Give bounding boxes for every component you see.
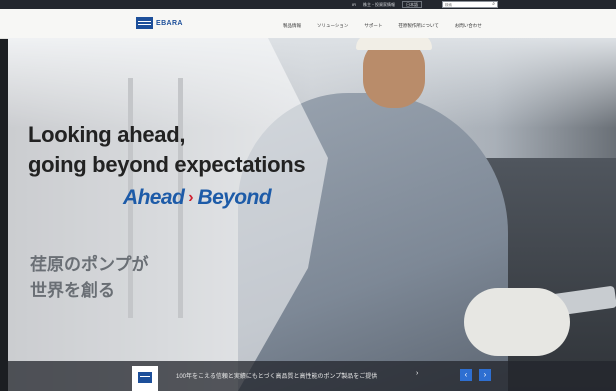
brand-word-ahead: Ahead bbox=[123, 186, 185, 209]
headline-line-1: Looking ahead, bbox=[28, 122, 186, 147]
nav-item-solutions[interactable]: ソリューション bbox=[317, 23, 348, 29]
jp-tagline-line-2: 世界を創る bbox=[30, 281, 115, 300]
work-glove bbox=[464, 288, 570, 356]
ticker-thumbnail[interactable] bbox=[132, 366, 158, 391]
brand-word-beyond: Beyond bbox=[197, 186, 272, 209]
search-box[interactable]: ⌕ bbox=[442, 1, 498, 8]
chevron-right-icon: › bbox=[188, 189, 194, 206]
utility-link-ir[interactable]: IR bbox=[352, 1, 356, 8]
main-nav: 製品情報 ソリューション サポート 荏原製作所について お問い合わせ bbox=[283, 23, 482, 29]
logo[interactable]: EBARA bbox=[136, 17, 183, 29]
brand-slogan: Ahead › Beyond bbox=[123, 186, 272, 210]
utility-bar: IR 株主・投資家情報 日本語 ⌕ bbox=[0, 0, 616, 9]
jp-tagline-line-1: 荏原のポンプが bbox=[30, 255, 149, 274]
nav-item-support[interactable]: サポート bbox=[364, 23, 382, 29]
hero-japanese-tagline: 荏原のポンプが 世界を創る bbox=[30, 252, 149, 304]
ticker-message[interactable]: 100年をこえる信頼と実績にもとづく高品質と高性能のポンプ製品をご提供 bbox=[176, 371, 377, 380]
logo-mark-icon bbox=[136, 17, 153, 29]
utility-links: IR 株主・投資家情報 日本語 bbox=[352, 1, 422, 8]
logo-mark-icon bbox=[138, 372, 152, 383]
logo-text: EBARA bbox=[156, 19, 183, 27]
next-slide-button[interactable]: › bbox=[479, 369, 491, 381]
language-select[interactable]: 日本語 bbox=[402, 1, 422, 8]
nav-item-products[interactable]: 製品情報 bbox=[283, 23, 301, 29]
site-header: EBARA 製品情報 ソリューション サポート 荏原製作所について お問い合わせ bbox=[0, 9, 616, 39]
news-ticker: 100年をこえる信頼と実績にもとづく高品質と高性能のポンプ製品をご提供 › ‹ … bbox=[8, 361, 616, 391]
nav-item-about[interactable]: 荏原製作所について bbox=[398, 23, 438, 29]
search-icon[interactable]: ⌕ bbox=[492, 2, 495, 7]
search-input[interactable] bbox=[443, 2, 493, 7]
hard-hat bbox=[356, 38, 432, 50]
hero-banner: Looking ahead, going beyond expectations… bbox=[8, 38, 616, 391]
utility-link-investors[interactable]: 株主・投資家情報 bbox=[363, 1, 395, 8]
headline-line-2: going beyond expectations bbox=[28, 152, 306, 177]
prev-slide-button[interactable]: ‹ bbox=[460, 369, 472, 381]
chevron-right-icon[interactable]: › bbox=[416, 370, 418, 377]
nav-item-contact[interactable]: お問い合わせ bbox=[455, 23, 482, 29]
hero-headline: Looking ahead, going beyond expectations bbox=[28, 120, 306, 180]
